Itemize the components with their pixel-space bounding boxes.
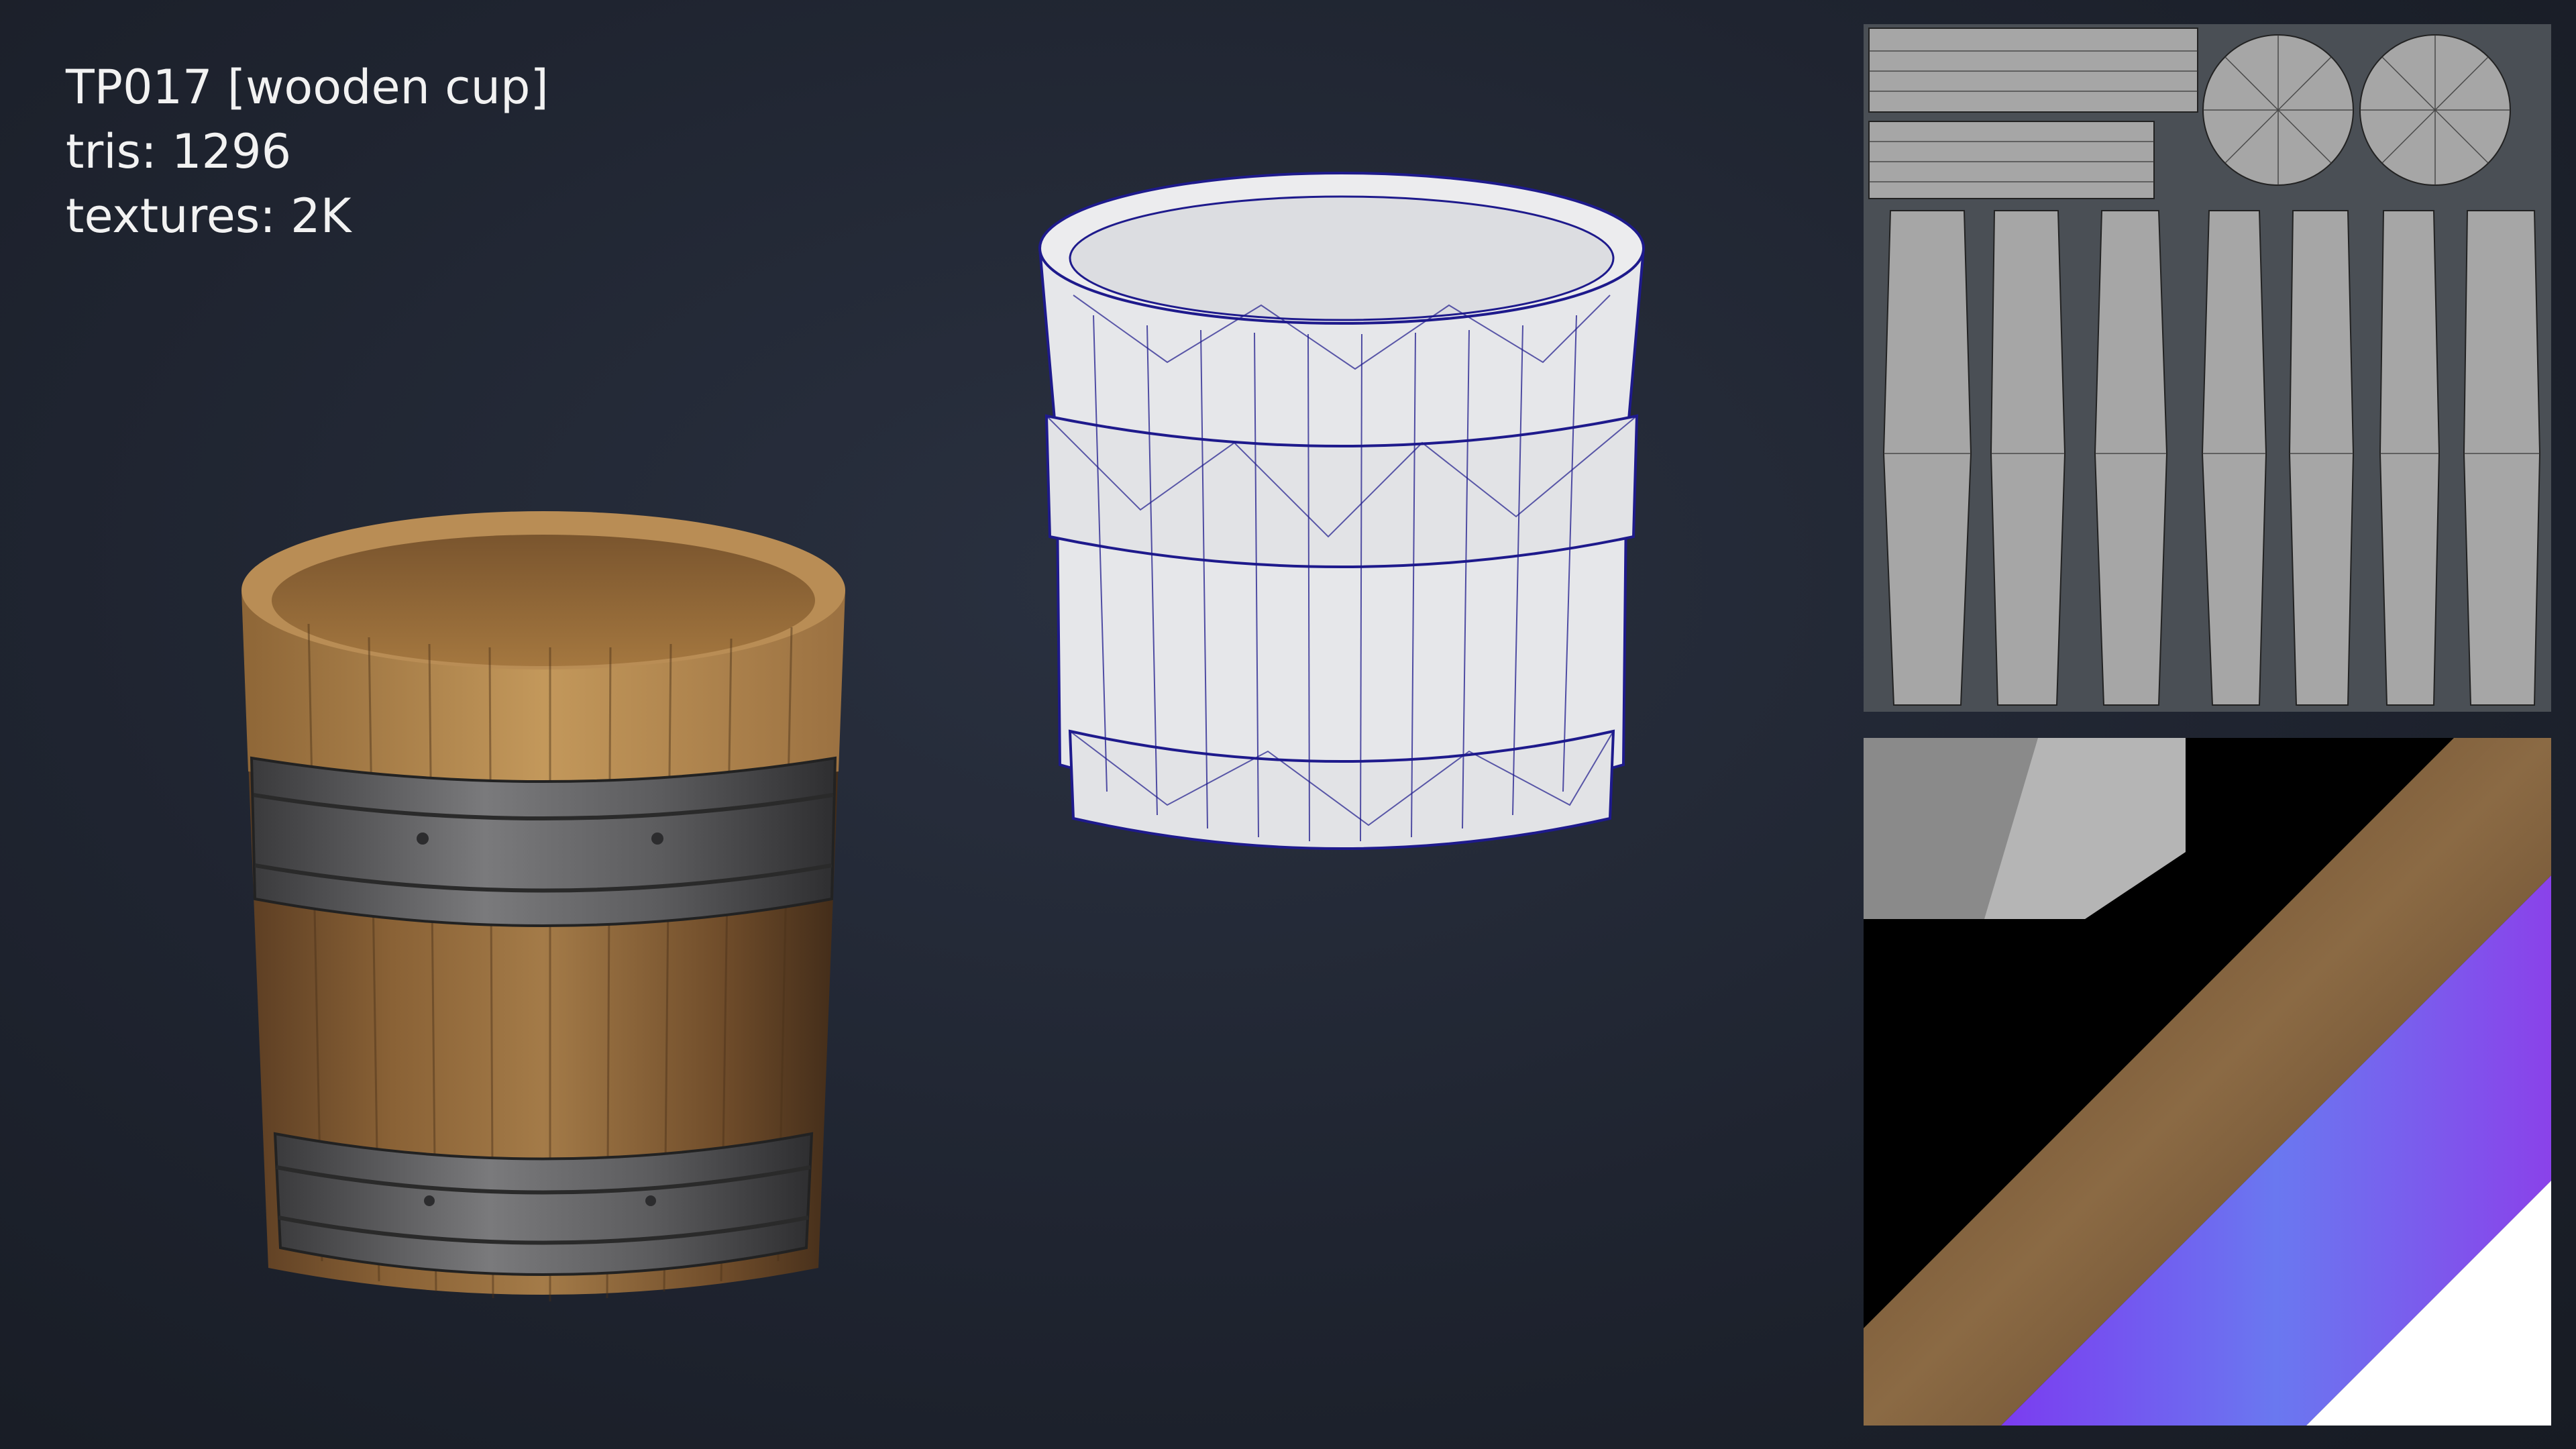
texture-maps-panel bbox=[1864, 738, 2551, 1426]
tris-count: tris: 1296 bbox=[66, 124, 292, 179]
asset-title: TP017 [wooden cup] bbox=[66, 60, 549, 115]
texture-maps bbox=[1864, 738, 2551, 1426]
texture-size: textures: 2K bbox=[66, 189, 352, 244]
textured-cup-render bbox=[241, 511, 845, 1301]
wireframe-cup-render bbox=[1038, 172, 1646, 850]
uv-layout bbox=[1868, 28, 2541, 706]
info-block: TP017 [wooden cup] tris: 1296 textures: … bbox=[66, 55, 549, 248]
uv-layout-panel bbox=[1864, 24, 2551, 712]
